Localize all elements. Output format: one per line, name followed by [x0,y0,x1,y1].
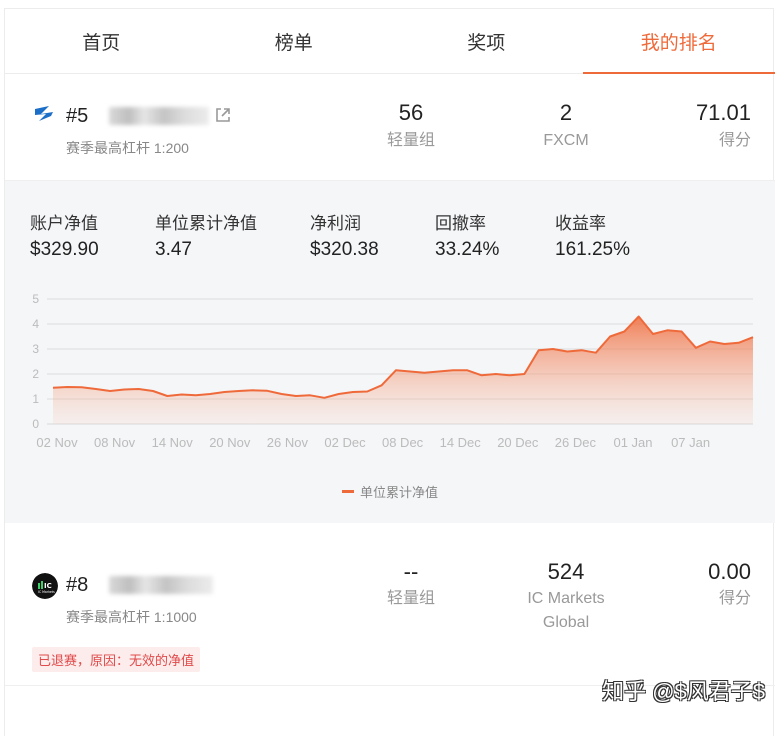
y-tick-label: 3 [32,342,39,356]
score-label: 得分 [718,132,751,149]
external-link-icon[interactable] [214,106,232,124]
legend-swatch [341,490,354,493]
metric-label-return: 收益率 [555,214,606,233]
app-frame: 首页 榜单 奖项 我的排名 #5 赛季最高杠杆 1:200 56 轻量组 2 F… [4,8,775,736]
group-rank-value: 56 [398,100,424,125]
x-tick-label: 14 Nov [152,435,194,450]
metric-value-equity: $329.90 [30,239,99,260]
tab-leaderboard[interactable]: 榜单 [198,9,391,73]
redacted-account-name [109,576,213,594]
y-tick-label: 0 [32,417,39,431]
x-tick-label: 08 Dec [382,435,424,450]
y-tick-label: 2 [32,367,39,381]
x-tick-label: 26 Nov [267,435,309,450]
x-tick-label: 01 Jan [613,435,652,450]
y-tick-label: 4 [32,317,39,331]
metric-value-net-profit: $320.38 [310,239,379,260]
tab-home[interactable]: 首页 [5,9,198,73]
metric-label-drawdown: 回撤率 [435,214,486,233]
redacted-account-name [109,107,209,125]
metric-value-unit-nav: 3.47 [155,239,192,260]
broker-label: IC Markets Global [527,590,605,631]
metric-value-drawdown: 33.24% [435,239,500,260]
x-tick-label: 02 Dec [324,435,366,450]
max-leverage-text: 赛季最高杠杆 1:200 [66,140,189,156]
tab-bar: 首页 榜单 奖项 我的排名 [5,9,775,74]
metric-value-return: 161.25% [555,239,631,260]
rank-number: #8 [66,574,89,596]
svg-text:IC: IC [44,582,52,590]
x-tick-label: 26 Dec [555,435,597,450]
score-label: 得分 [718,590,751,607]
logo-wordmark: IC Markets [38,590,55,594]
x-tick-label: 14 Dec [440,435,482,450]
tab-my-ranking[interactable]: 我的排名 [582,9,775,74]
metric-label-net-profit: 净利润 [310,214,361,233]
score-value: 71.01 [695,100,751,125]
broker-rank-value: 2 [559,100,573,125]
x-tick-label: 08 Nov [94,435,136,450]
status-badge: 已退赛，原因：无效的净值 [32,647,201,672]
x-tick-label: 20 Nov [209,435,251,450]
x-tick-label: 07 Jan [671,435,710,450]
broker-rank-value: 524 [547,559,585,584]
group-label: 轻量组 [386,132,435,149]
ic-markets-logo-icon: IC IC Markets [32,573,58,599]
chart-legend[interactable]: 单位累计净值 [5,482,775,501]
y-tick-label: 5 [32,292,39,306]
y-tick-label: 1 [32,392,39,406]
score-value: 0.00 [708,559,751,584]
fxcm-logo-icon [32,102,56,126]
nav-area-chart: 0 1 2 3 4 5 02 Nov 08 Nov 14 Nov 20 Nov 26 Nov 02 D… [32,292,754,450]
max-leverage-text: 赛季最高杠杆 1:1000 [66,609,197,625]
watermark: 知乎 @$风君子$ [602,679,765,704]
x-tick-label: 02 Nov [36,435,78,450]
x-tick-label: 20 Dec [497,435,539,450]
account-detail-panel: 账户净值 $329.90 单位累计净值 3.47 净利润 $320.38 回撤率… [5,181,775,523]
ranking-card-2[interactable]: IC IC Markets #8 赛季最高杠杆 1:1000 已退赛，原因：无效… [5,523,775,686]
ranking-card-1[interactable]: #5 赛季最高杠杆 1:200 56 轻量组 2 FXCM 71.01 得分 [5,74,775,181]
metric-label-unit-nav: 单位累计净值 [155,214,257,233]
rank-number: #5 [66,105,89,127]
tab-awards[interactable]: 奖项 [390,9,583,73]
group-label: 轻量组 [386,590,435,607]
legend-label: 单位累计净值 [359,485,438,500]
metric-label-equity: 账户净值 [30,214,98,233]
group-rank-value: -- [403,559,419,584]
broker-label: FXCM [543,132,589,149]
